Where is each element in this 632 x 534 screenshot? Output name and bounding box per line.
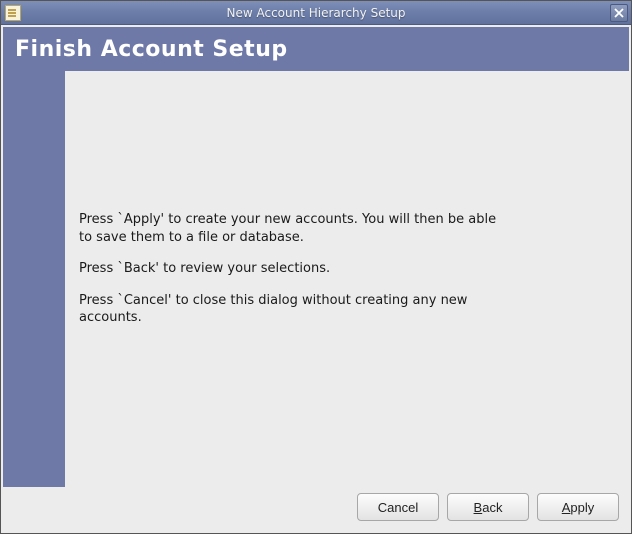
app-icon [5,5,21,21]
titlebar: New Account Hierarchy Setup [1,1,631,25]
instruction-paragraph: Press `Apply' to create your new account… [79,211,499,246]
mnemonic-letter: B [474,500,483,515]
wizard-body: Press `Apply' to create your new account… [3,71,629,487]
instruction-paragraph: Press `Cancel' to close this dialog with… [79,292,499,327]
button-label-rest: ack [482,500,502,515]
page-title: Finish Account Setup [15,37,288,62]
client-area: Finish Account Setup Press `Apply' to cr… [1,25,631,533]
button-label: Cancel [378,500,418,515]
window-title: New Account Hierarchy Setup [1,6,631,20]
back-button[interactable]: Back [447,493,529,521]
button-label-rest: pply [570,500,594,515]
dialog-window: New Account Hierarchy Setup Finish Accou… [0,0,632,534]
instruction-paragraph: Press `Back' to review your selections. [79,260,499,278]
wizard-content: Press `Apply' to create your new account… [65,71,629,487]
wizard-side-stripe [3,71,65,487]
close-icon [614,8,624,18]
instruction-text: Press `Apply' to create your new account… [79,211,499,341]
apply-button[interactable]: Apply [537,493,619,521]
cancel-button[interactable]: Cancel [357,493,439,521]
button-bar: Cancel Back Apply [3,487,629,531]
wizard-header: Finish Account Setup [3,27,629,71]
window-close-button[interactable] [610,4,628,22]
